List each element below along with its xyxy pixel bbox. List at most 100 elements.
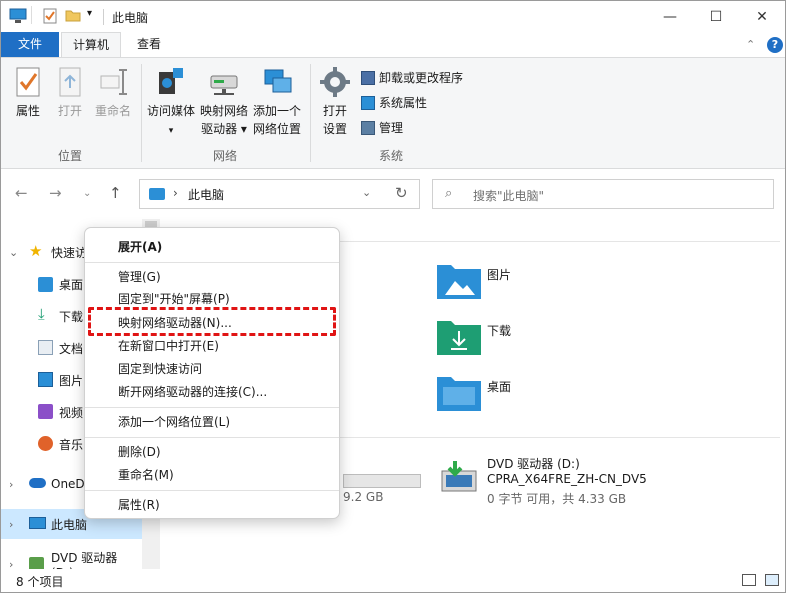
window-title: 此电脑 [112, 11, 149, 25]
computer-icon [29, 517, 46, 529]
properties-button[interactable]: 属性 [11, 66, 45, 120]
sidebar-item-label: 快速访 [51, 245, 88, 260]
status-bar: 8 个项目 [1, 569, 785, 593]
open-button[interactable]: 打开 [53, 66, 87, 120]
star-icon: ★ [29, 242, 43, 260]
tab-view[interactable]: 查看 [127, 32, 171, 57]
system-properties-icon [361, 96, 375, 110]
drive-usage-bar [343, 474, 421, 488]
menu-separator [85, 490, 339, 491]
search-box[interactable]: ⌕ 搜索"此电脑" [432, 179, 774, 209]
folder-pictures[interactable] [437, 263, 481, 299]
menu-item-pin-quick-access[interactable]: 固定到快速访问 [85, 358, 339, 380]
new-folder-quick-icon[interactable] [65, 8, 81, 22]
rename-icon [100, 69, 127, 95]
menu-separator [85, 262, 339, 263]
menu-item-disconnect-network-drive[interactable]: 断开网络驱动器的连接(C)... [85, 381, 339, 403]
menu-separator [85, 437, 339, 438]
drive-space-partial: 9.2 GB [343, 490, 384, 504]
sidebar-item-label: 视频 [59, 405, 84, 420]
menu-item-delete[interactable]: 删除(D) [85, 441, 339, 463]
desktop-folder-icon [437, 377, 481, 411]
customize-toolbar-icon[interactable]: ▾ [87, 8, 92, 19]
menu-item-rename[interactable]: 重命名(M) [85, 464, 339, 486]
section-divider [340, 437, 780, 438]
title-bar: ▾ 此电脑 — ☐ ✕ [1, 1, 785, 32]
access-media-button[interactable]: 访问媒体 ▾ [146, 66, 196, 140]
folder-label: 下载 [487, 324, 512, 338]
dvd-drive-icon [29, 557, 44, 569]
desktop-icon [38, 277, 53, 292]
folder-downloads[interactable] [437, 319, 481, 355]
rename-label: 重命名 [94, 104, 131, 118]
refresh-icon[interactable]: ↻ [395, 184, 408, 202]
rename-button[interactable]: 重命名 [91, 66, 135, 120]
pictures-folder-icon [437, 265, 481, 299]
drive-name: DVD 驱动器 (D:) [487, 457, 580, 471]
sidebar-item-label: OneD [51, 477, 85, 491]
folder-label: 图片 [487, 268, 512, 282]
manage-label: 管理 [379, 121, 404, 135]
minimize-button[interactable]: — [647, 1, 693, 32]
properties-quick-icon[interactable] [43, 8, 57, 24]
menu-item-manage[interactable]: 管理(G) [85, 266, 339, 288]
sidebar-item-label: DVD 驱动器 (D:) [51, 550, 118, 570]
uninstall-program-button[interactable]: 卸载或更改程序 [361, 68, 463, 88]
menu-item-open-new-window[interactable]: 在新窗口中打开(E) [85, 335, 339, 357]
downloads-folder-icon [437, 321, 481, 355]
system-properties-button[interactable]: 系统属性 [361, 93, 427, 113]
manage-button[interactable]: 管理 [361, 118, 403, 138]
drive-free-space: 0 字节 可用，共 4.33 GB [487, 492, 627, 506]
menu-item-expand[interactable]: 展开(A) [85, 236, 339, 258]
manage-icon [361, 121, 375, 135]
add-network-location-button[interactable]: 添加一个 网络位置 [252, 66, 302, 138]
title-separator [103, 9, 104, 25]
close-button[interactable]: ✕ [739, 1, 785, 32]
help-icon[interactable]: ? [767, 37, 783, 53]
network-location-icon [264, 69, 292, 93]
cloud-icon [29, 478, 46, 488]
breadcrumb-this-pc[interactable]: 此电脑 [188, 186, 224, 203]
back-arrow-icon[interactable]: ← [15, 184, 28, 202]
video-icon [38, 404, 53, 419]
uninstall-icon [361, 71, 375, 85]
menu-item-add-network-location[interactable]: 添加一个网络位置(L) [85, 411, 339, 433]
map-network-drive-button[interactable]: 映射网络 驱动器 ▾ [199, 66, 249, 138]
folder-desktop[interactable] [437, 375, 481, 411]
address-bar[interactable]: › 此电脑 ⌄ ↻ [139, 179, 420, 209]
collapse-ribbon-icon[interactable]: ⌃ [746, 38, 755, 51]
ribbon-tabs: 文件 计算机 查看 ⌃ [1, 32, 785, 57]
breadcrumb-chevron[interactable]: › [173, 186, 178, 200]
tab-computer[interactable]: 计算机 [61, 32, 121, 57]
maximize-button[interactable]: ☐ [693, 1, 739, 32]
map-network-drive-label2: 驱动器 ▾ [201, 122, 247, 136]
computer-icon [9, 8, 27, 23]
access-media-label: 访问媒体 [146, 104, 195, 118]
open-settings-button[interactable]: 打开 设置 [317, 66, 353, 138]
document-icon [38, 340, 53, 355]
forward-arrow-icon[interactable]: → [49, 184, 62, 202]
recent-locations-icon[interactable]: ⌄ [83, 188, 91, 199]
chevron-right-icon[interactable]: › [9, 558, 13, 570]
details-view-icon[interactable] [742, 574, 756, 586]
chevron-down-icon[interactable]: ⌄ [9, 246, 18, 259]
address-dropdown-icon[interactable]: ⌄ [362, 186, 371, 199]
tab-file[interactable]: 文件 [1, 32, 59, 57]
ribbon-separator [141, 64, 142, 162]
open-settings-label1: 打开 [322, 104, 347, 118]
chevron-right-icon[interactable]: › [9, 518, 13, 531]
sidebar-item-dvd-drive[interactable]: › DVD 驱动器 (D:) [1, 549, 143, 569]
up-arrow-icon[interactable]: ↑ [109, 184, 122, 202]
map-network-drive-label1: 映射网络 [199, 104, 248, 118]
menu-separator [85, 407, 339, 408]
dvd-drive-icon[interactable] [441, 459, 477, 493]
menu-item-properties[interactable]: 属性(R) [85, 494, 339, 516]
properties-label: 属性 [15, 104, 40, 118]
large-icons-view-icon[interactable] [765, 574, 779, 586]
sidebar-item-label: 桌面 [59, 277, 84, 292]
ribbon-separator [310, 64, 311, 162]
ribbon: 属性 打开 重命名 位置 访问媒体 ▾ 映射网络 驱动器 ▾ 添加一个 网络位置… [1, 57, 785, 169]
context-menu: 展开(A) 管理(G) 固定到"开始"屏幕(P) 映射网络驱动器(N)... 在… [84, 227, 340, 519]
chevron-right-icon[interactable]: › [9, 478, 13, 491]
search-input[interactable]: 搜索"此电脑" [473, 187, 544, 204]
